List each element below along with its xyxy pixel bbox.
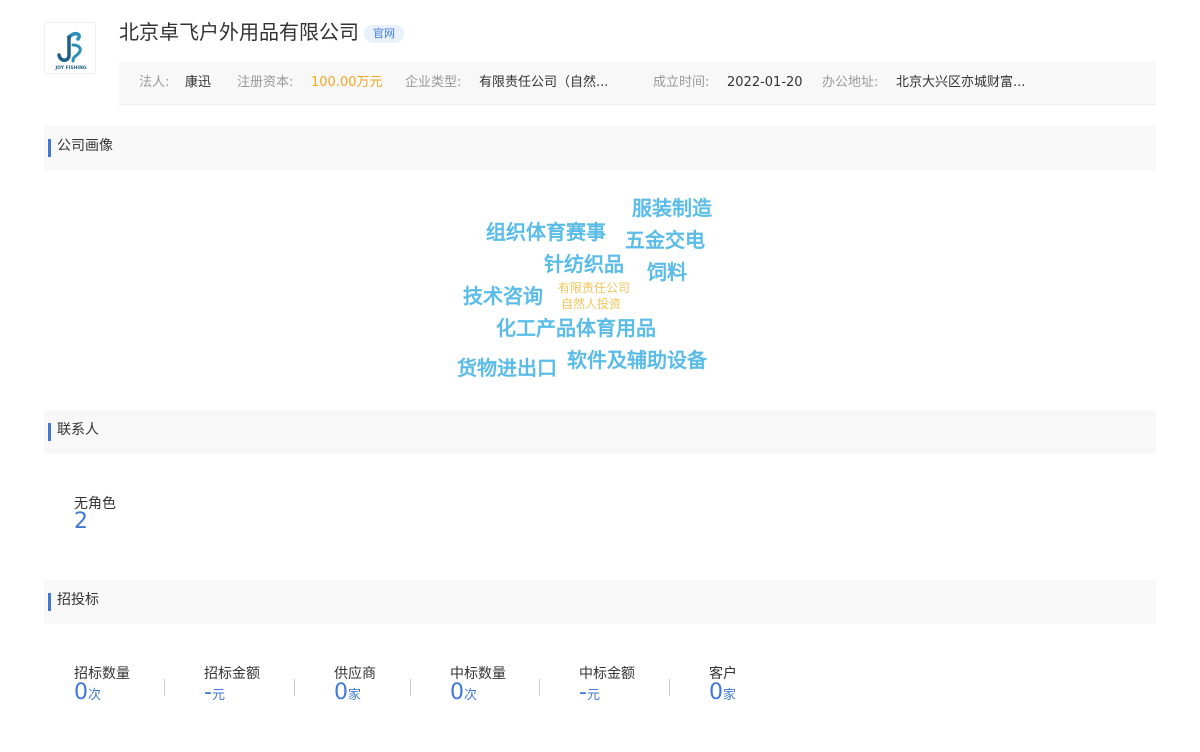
word-cloud-term: 五金交电 — [625, 228, 705, 252]
stat-value-tender-amount: -元 — [204, 680, 225, 705]
word-cloud-term: 饲料 — [647, 260, 687, 284]
stat-value-suppliers[interactable]: 0家 — [334, 680, 361, 705]
section-accent-bar — [48, 593, 51, 611]
section-title: 公司画像 — [57, 138, 113, 154]
contacts-section-header: 联系人 — [44, 410, 1156, 454]
word-cloud-term: 自然人投资 — [561, 297, 622, 311]
address-label: 办公地址: — [822, 75, 879, 90]
logo-text: JOY FISHING — [54, 65, 86, 71]
stat-divider — [294, 679, 295, 696]
section-accent-bar — [48, 139, 51, 157]
word-cloud-term: 有限责任公司 — [558, 281, 631, 295]
stat-value-tender-count[interactable]: 0次 — [74, 680, 101, 705]
stat-value-customers[interactable]: 0家 — [709, 680, 736, 705]
legal-rep-value[interactable]: 康迅 — [185, 62, 211, 104]
profile-section-header: 公司画像 — [44, 126, 1156, 170]
stat-value-win-count[interactable]: 0次 — [450, 680, 477, 705]
section-title: 招投标 — [57, 592, 99, 608]
company-logo: JOY FISHING — [44, 22, 96, 74]
word-cloud-term: 化工产品体育用品 — [496, 316, 656, 340]
official-site-badge[interactable]: 官网 — [364, 25, 404, 43]
founded-label: 成立时间: — [653, 75, 710, 90]
address-value: 北京大兴区亦城财富... — [896, 75, 1026, 90]
stat-value-win-amount: -元 — [579, 680, 600, 705]
capital-value: 100.00万元 — [311, 75, 383, 90]
word-cloud-term: 技术咨询 — [463, 284, 543, 308]
word-cloud-term: 软件及辅助设备 — [567, 348, 707, 372]
stat-divider — [539, 679, 540, 696]
stat-divider — [410, 679, 411, 696]
section-accent-bar — [48, 423, 51, 441]
company-name: 北京卓飞户外用品有限公司 — [119, 20, 359, 44]
company-type-value: 有限责任公司（自然... — [479, 75, 609, 90]
word-cloud-term: 针纺织品 — [544, 252, 624, 276]
role-count[interactable]: 2 — [74, 509, 88, 534]
word-cloud-term: 服装制造 — [632, 196, 712, 220]
company-type-label: 企业类型: — [405, 75, 462, 90]
company-info-bar: 法人: 康迅 注册资本: 100.00万元 企业类型: 有限责任公司（自然...… — [119, 62, 1156, 105]
word-cloud-term: 货物进出口 — [457, 356, 557, 380]
word-cloud-term: 组织体育赛事 — [486, 220, 606, 244]
bidding-section-header: 招投标 — [44, 580, 1156, 624]
stat-divider — [669, 679, 670, 696]
legal-rep-label: 法人: — [139, 75, 170, 90]
capital-label: 注册资本: — [237, 75, 294, 90]
section-title: 联系人 — [57, 422, 99, 438]
founded-value: 2022-01-20 — [727, 75, 803, 90]
word-cloud: 服装制造 组织体育赛事 五金交电 针纺织品 饲料 技术咨询 有限责任公司 自然人… — [0, 0, 1200, 752]
stat-divider — [164, 679, 165, 696]
